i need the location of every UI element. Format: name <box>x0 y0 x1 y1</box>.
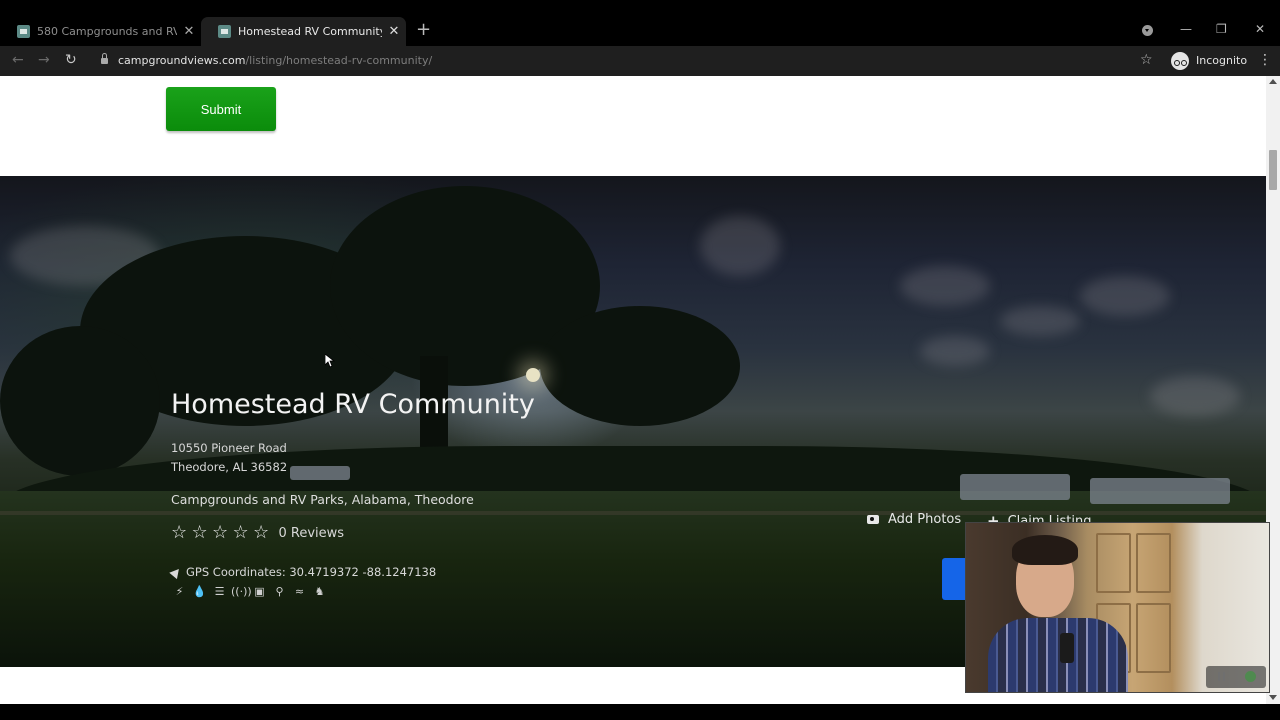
cloud-shape <box>1000 306 1080 336</box>
tab-campgrounds-list[interactable]: 580 Campgrounds and RV parks ✕ <box>0 17 201 46</box>
tab-title: Homestead RV Community <box>238 25 382 38</box>
rv-vehicle <box>290 466 350 480</box>
browser-toolbar: ← → ↻ campgroundviews.com/listing/homest… <box>0 46 1280 76</box>
webcam-overlay <box>965 522 1270 693</box>
cloud-shape <box>700 216 780 276</box>
address-line-2: Theodore, AL 36582 <box>171 460 288 474</box>
door-panel <box>1136 533 1171 593</box>
site-favicon-icon <box>17 25 30 38</box>
browser-tab-strip: 580 Campgrounds and RV parks ✕ Homestead… <box>0 0 1280 46</box>
swimming-icon: ≈ <box>294 585 305 598</box>
light-glow <box>526 368 540 382</box>
tab-close-icon[interactable]: ✕ <box>382 24 406 39</box>
reviews-link[interactable]: 0 Reviews <box>279 526 345 541</box>
presenter-body <box>988 618 1128 692</box>
cloud-shape <box>1080 276 1170 316</box>
tab-close-icon[interactable]: ✕ <box>177 24 201 39</box>
bookmark-star-icon[interactable]: ☆ <box>1140 52 1153 68</box>
address-line-1: 10550 Pioneer Road <box>171 441 287 455</box>
presenter-hair <box>1012 535 1078 565</box>
listing-title: Homestead RV Community <box>171 389 535 420</box>
cloud-shape <box>1150 376 1240 416</box>
url-path: /listing/homestead-rv-community/ <box>245 54 433 67</box>
pause-icon[interactable] <box>1218 672 1225 681</box>
window-close-icon[interactable]: ✕ <box>1255 22 1265 36</box>
screen-bottom-edge <box>0 704 1280 720</box>
site-favicon-icon <box>218 25 231 38</box>
tab-search-icon[interactable] <box>1142 25 1153 36</box>
minimize-icon[interactable]: — <box>1180 22 1192 36</box>
add-photos-label: Add Photos <box>888 512 962 527</box>
lock-icon[interactable] <box>101 53 108 64</box>
water-hookup-icon: 💧 <box>192 585 207 598</box>
star-empty-icon: ☆ <box>232 522 249 543</box>
gps-coordinates: GPS Coordinates: 30.4719372 -88.1247138 <box>169 565 437 579</box>
gps-text: GPS Coordinates: 30.4719372 -88.1247138 <box>186 565 437 579</box>
star-empty-icon: ☆ <box>212 522 229 543</box>
kebab-menu-icon[interactable]: ⋮ <box>1258 52 1272 68</box>
forward-arrow-icon[interactable]: → <box>38 52 50 68</box>
rv-vehicle <box>1090 478 1230 504</box>
submit-button[interactable]: Submit <box>166 87 276 131</box>
cloud-shape <box>920 336 990 366</box>
reload-icon[interactable]: ↻ <box>65 52 77 68</box>
pets-allowed-icon: ♞ <box>314 585 325 598</box>
webcam-controls <box>1206 666 1266 688</box>
electric-hookup-icon: ⚡ <box>175 585 184 598</box>
wifi-icon: ((·)) <box>231 585 252 598</box>
oak-tree-canopy <box>0 326 160 476</box>
listing-categories[interactable]: Campgrounds and RV Parks, Alabama, Theod… <box>171 492 474 507</box>
door-panel <box>1136 603 1171 673</box>
scroll-down-arrow-icon[interactable] <box>1269 695 1277 700</box>
location-arrow-icon <box>169 565 183 579</box>
tab-title: 580 Campgrounds and RV parks <box>37 25 177 38</box>
cable-tv-icon: ▣ <box>254 585 265 598</box>
incognito-icon[interactable] <box>1171 52 1189 70</box>
star-empty-icon: ☆ <box>253 522 270 543</box>
add-photos-button[interactable]: Add Photos <box>867 512 961 527</box>
incognito-label[interactable]: Incognito <box>1196 54 1247 67</box>
pointer-arrow-icon <box>325 354 335 368</box>
sewer-hookup-icon: ☰ <box>214 585 225 598</box>
oak-tree-canopy <box>540 306 740 426</box>
url-host: campgroundviews.com <box>118 54 246 67</box>
restroom-icon: ⚲ <box>275 585 284 598</box>
microphone <box>1060 633 1074 663</box>
cloud-shape <box>900 266 990 306</box>
restore-icon[interactable]: ❐ <box>1216 22 1227 36</box>
camera-toggle-icon[interactable] <box>1245 671 1256 682</box>
tab-homestead-listing[interactable]: Homestead RV Community ✕ <box>201 17 406 46</box>
star-empty-icon: ☆ <box>171 522 188 543</box>
scrollbar-thumb[interactable] <box>1269 150 1277 190</box>
rating-stars: ☆ ☆ ☆ ☆ ☆ 0 Reviews <box>171 523 344 543</box>
address-bar[interactable]: campgroundviews.com/listing/homestead-rv… <box>118 54 432 67</box>
camera-icon <box>867 515 879 524</box>
rv-vehicle <box>960 474 1070 500</box>
new-tab-plus-icon[interactable]: + <box>416 21 431 39</box>
amenities-icons: ⚡ 💧 ☰ ((·)) ▣ ⚲ ≈ ♞ <box>171 585 328 599</box>
star-empty-icon: ☆ <box>191 522 208 543</box>
back-arrow-icon[interactable]: ← <box>12 52 24 68</box>
scroll-up-arrow-icon[interactable] <box>1269 79 1277 84</box>
door-panel <box>1096 533 1131 593</box>
